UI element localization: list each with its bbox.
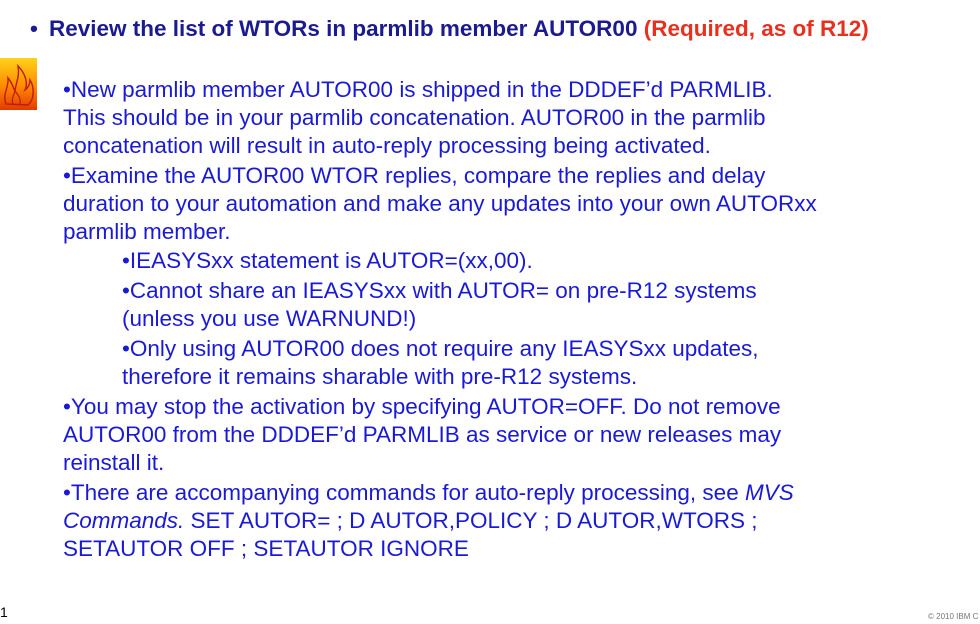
text-line-5: duration to your automation and make any…	[63, 191, 817, 216]
text-line-12: •You may stop the activation by specifyi…	[63, 394, 781, 419]
main-bullet-text: Review the list of WTORs in parmlib memb…	[49, 14, 975, 43]
copyright-notice: © 2010 IBM C	[928, 612, 979, 621]
required-note: (Required, as of R12)	[643, 16, 869, 41]
text-line-2: This should be in your parmlib concatena…	[63, 105, 766, 130]
flame-icon	[0, 58, 37, 110]
text-line-3: concatenation will result in auto-reply …	[63, 133, 711, 158]
text-line-8: •Cannot share an IEASYSxx with AUTOR= on…	[122, 278, 757, 303]
text-line-4: •Examine the AUTOR00 WTOR replies, compa…	[63, 163, 766, 188]
text-line-13: AUTOR00 from the DDDEF’d PARMLIB as serv…	[63, 422, 782, 447]
text-line-16-main: SET AUTOR= ; D AUTOR,POLICY ; D AUTOR,WT…	[184, 508, 758, 533]
main-bullet-title: Review the list of WTORs in parmlib memb…	[49, 16, 644, 41]
commands-reference: Commands.	[63, 508, 185, 533]
text-line-16: Commands. SET AUTOR= ; D AUTOR,POLICY ; …	[63, 507, 758, 535]
text-line-10: •Only using AUTOR00 does not require any…	[122, 336, 759, 361]
mvs-reference: MVS	[744, 480, 794, 505]
text-line-11: therefore it remains sharable with pre-R…	[122, 364, 638, 389]
text-line-17: SETAUTOR OFF ; SETAUTOR IGNORE	[63, 536, 469, 561]
text-line-7: •IEASYSxx statement is AUTOR=(xx,00).	[122, 248, 533, 273]
text-line-14: reinstall it.	[63, 450, 165, 475]
bullet-dot: •	[30, 16, 38, 41]
page-number: 1	[0, 604, 8, 620]
text-line-15-main: •There are accompanying commands for aut…	[63, 480, 745, 505]
text-line-15: •There are accompanying commands for aut…	[63, 479, 794, 507]
text-line-1: •New parmlib member AUTOR00 is shipped i…	[63, 77, 773, 102]
text-line-9: (unless you use WARNUND!)	[122, 306, 417, 331]
slide: • Review the list of WTORs in parmlib me…	[0, 0, 980, 624]
text-line-6: parmlib member.	[63, 219, 231, 244]
